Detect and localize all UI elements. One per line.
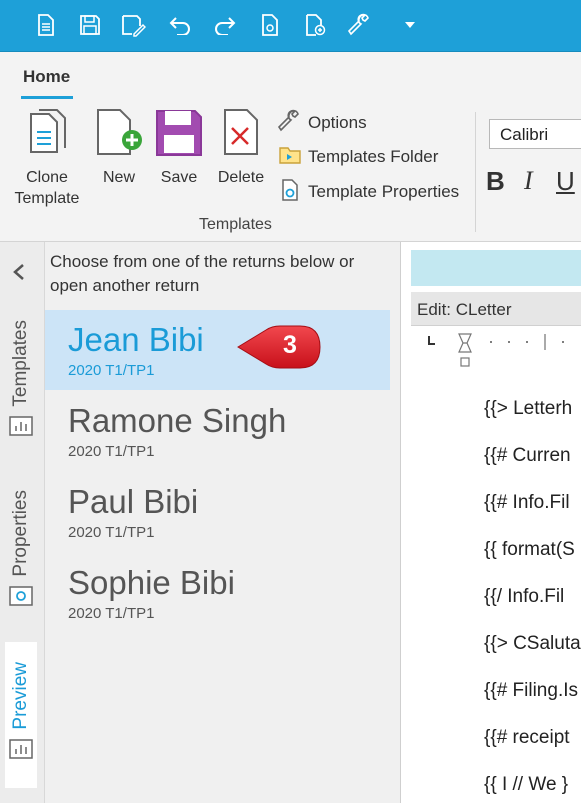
template-properties-label: Template Properties [308, 182, 460, 201]
save-icon [154, 108, 204, 163]
ruler [428, 333, 564, 367]
bold-button[interactable]: B [486, 166, 505, 197]
return-year: 2020 T1/TP1 [68, 524, 155, 541]
delete-button[interactable]: Delete [213, 108, 269, 188]
templates-group-label: Templates [199, 216, 272, 233]
chart-document-icon [8, 415, 34, 442]
folder-icon [278, 144, 302, 171]
return-year: 2020 T1/TP1 [68, 443, 155, 460]
underline-button[interactable]: U [556, 166, 575, 197]
side-tab-bar: Templates Properties Preview [0, 242, 45, 803]
code-line[interactable]: {{ I // We } [484, 774, 568, 796]
customize-dropdown-icon[interactable] [395, 10, 425, 40]
editor-top-bar [411, 250, 581, 286]
code-line[interactable]: {{# Curren [484, 445, 571, 467]
templates-folder-button[interactable]: Templates Folder [278, 144, 438, 170]
return-year: 2020 T1/TP1 [68, 362, 155, 379]
code-line[interactable]: {{ format(S [484, 539, 575, 561]
document-icon[interactable] [30, 10, 60, 40]
delete-label: Delete [217, 169, 265, 186]
return-item-sophie-bibi[interactable]: Sophie Bibi 2020 T1/TP1 [45, 553, 390, 633]
tab-properties[interactable]: Properties [5, 490, 37, 612]
template-properties-button[interactable]: Template Properties [278, 178, 460, 207]
tab-preview[interactable]: Preview [5, 642, 37, 788]
document-add-icon[interactable] [300, 10, 330, 40]
returns-list-instructions: Choose from one of the returns below or … [50, 252, 355, 295]
wrench-icon[interactable] [345, 10, 375, 40]
new-button[interactable]: New [94, 108, 144, 188]
document-settings-icon [278, 178, 302, 207]
new-document-icon [94, 108, 144, 163]
collapse-chevron-icon[interactable] [10, 262, 28, 287]
delete-document-icon [219, 108, 263, 163]
ribbon-divider [475, 112, 476, 232]
chart-document-icon [8, 738, 34, 765]
tab-home[interactable]: Home [23, 67, 70, 87]
return-name: Paul Bibi [68, 483, 199, 520]
font-family-select[interactable]: Calibri [489, 119, 581, 149]
clone-template-button[interactable]: Clone Template [8, 108, 86, 209]
return-item-paul-bibi[interactable]: Paul Bibi 2020 T1/TP1 [45, 472, 390, 552]
clone-template-icon [25, 108, 69, 163]
return-name: Ramone Singh [68, 402, 287, 439]
editor-header: Edit: CLetter [411, 292, 581, 326]
options-button[interactable]: Options [277, 109, 367, 138]
wrench-icon [277, 109, 302, 138]
code-line[interactable]: {{# receipt [484, 727, 570, 749]
italic-button[interactable]: I [524, 166, 533, 196]
tab-properties-label: Properties [10, 490, 31, 577]
code-line[interactable]: {{/ Info.Fil [484, 586, 564, 608]
save-edit-icon[interactable] [118, 10, 148, 40]
return-year: 2020 T1/TP1 [68, 605, 155, 622]
redo-icon[interactable] [210, 10, 240, 40]
quick-access-toolbar [0, 0, 581, 52]
code-line[interactable]: {{# Info.Fil [484, 492, 570, 514]
return-name: Sophie Bibi [68, 564, 235, 601]
callout-number: 3 [283, 331, 297, 359]
new-label: New [102, 169, 135, 186]
tab-templates[interactable]: Templates [5, 320, 37, 442]
return-item-jean-bibi[interactable]: Jean Bibi 2020 T1/TP1 [45, 310, 390, 390]
returns-list-panel: Choose from one of the returns below or … [45, 242, 401, 803]
undo-icon[interactable] [165, 10, 195, 40]
save-button[interactable]: Save [152, 108, 206, 188]
ribbon: Home Clone Template New Save Delete Opti… [0, 52, 581, 242]
return-name: Jean Bibi [68, 321, 204, 358]
settings-document-icon [8, 585, 34, 612]
save-icon[interactable] [75, 10, 105, 40]
code-line[interactable]: {{> Letterh [484, 398, 572, 420]
templates-folder-label: Templates Folder [308, 147, 439, 166]
save-label: Save [160, 169, 198, 186]
tab-preview-label: Preview [10, 662, 31, 730]
options-label: Options [308, 113, 367, 132]
template-editor: Edit: CLetter {{> Letterh {{# Curren {{#… [401, 242, 581, 803]
code-line[interactable]: {{> CSaluta [484, 633, 581, 655]
tab-templates-label: Templates [10, 320, 31, 407]
clone-template-label: Clone Template [14, 169, 80, 207]
return-item-ramone-singh[interactable]: Ramone Singh 2020 T1/TP1 [45, 391, 390, 471]
document-settings-icon[interactable] [255, 10, 285, 40]
code-line[interactable]: {{# Filing.Is [484, 680, 578, 702]
tab-home-indicator [21, 96, 73, 99]
